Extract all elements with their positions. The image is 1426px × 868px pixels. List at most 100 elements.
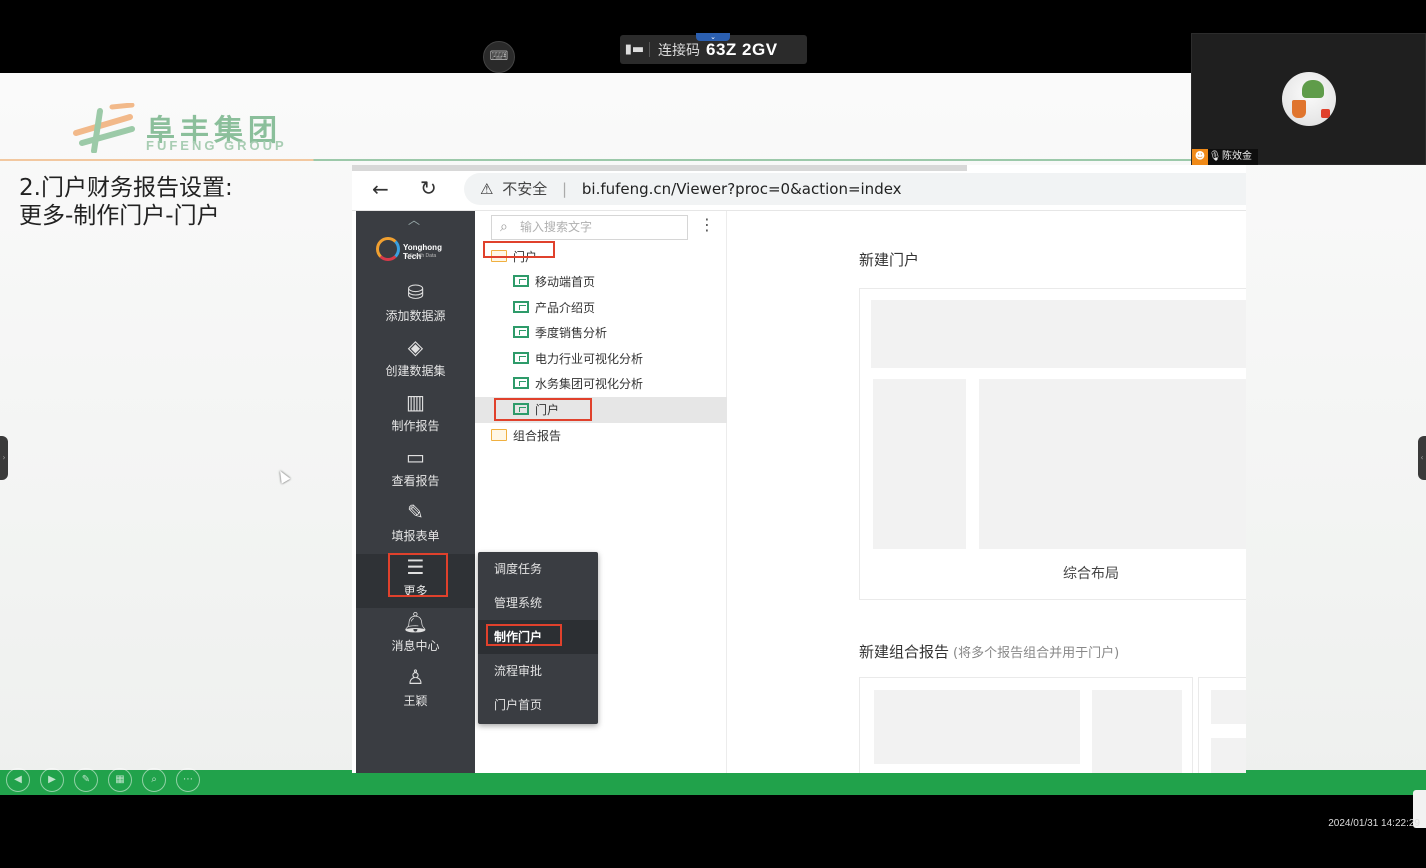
combo-placeholder-bottom <box>1211 738 1246 773</box>
nav-make-report[interactable]: ▥ 制作报告 <box>356 389 475 443</box>
avatar-pot-graphic <box>1292 100 1306 118</box>
company-logo: 阜丰集团 FUFENG GROUP <box>72 103 322 153</box>
next-slide-icon[interactable]: ▶ <box>40 768 64 792</box>
brand-tagline: Talk with Data <box>405 253 437 259</box>
monitor-icon: ▭ <box>406 445 425 469</box>
logo-english-text: FUFENG GROUP <box>146 138 287 153</box>
tree-item[interactable]: 水务集团可视化分析 <box>513 372 643 396</box>
participant-name: 陈效金 <box>1222 151 1252 162</box>
new-portal-heading: 新建门户 <box>859 251 920 269</box>
new-combo-report-heading: 新建组合报告 (将多个报告组合并用于门户) <box>859 641 1119 662</box>
left-panel-handle[interactable]: › <box>0 436 8 480</box>
slide-title-line-2: 更多-制作门户-门户 <box>19 203 220 229</box>
search-icon: ⌕ <box>500 219 508 235</box>
tree-label: 产品介绍页 <box>535 301 596 315</box>
tree-item[interactable]: 产品介绍页 <box>513 296 595 320</box>
back-arrow-icon[interactable]: ← <box>372 177 389 201</box>
tree-label: 移动端首页 <box>535 275 596 289</box>
fufeng-logo-icon <box>73 103 135 153</box>
host-user-icon: ☻ <box>1192 149 1208 165</box>
slides-grid-icon[interactable]: ▦ <box>108 768 132 792</box>
layout-placeholder-top <box>871 300 1246 368</box>
combo-placeholder-left <box>874 690 1080 764</box>
previous-slide-icon[interactable]: ◀ <box>6 768 30 792</box>
right-panel-handle[interactable]: ‹ <box>1418 436 1426 480</box>
nav-label: 填报表单 <box>391 529 440 543</box>
slideshow-controls: ◀ ▶ ✎ ▦ ⌕ ⋯ <box>6 768 200 792</box>
chart-icon: ▥ <box>406 390 425 414</box>
remote-desktop-icon[interactable]: ▮▬ <box>620 42 650 57</box>
new-combo-report-title: 新建组合报告 <box>859 643 950 661</box>
layers-icon: ◈ <box>407 335 424 359</box>
nav-label: 消息中心 <box>391 639 440 653</box>
connection-code-value: 63Z 2GV <box>706 39 778 59</box>
tree-item[interactable]: 电力行业可视化分析 <box>513 347 643 371</box>
dashboard-icon <box>513 352 529 364</box>
menu-item-schedule-task[interactable]: 调度任务 <box>478 552 598 586</box>
tree-label: 季度销售分析 <box>535 326 608 340</box>
url-field[interactable]: ⚠ 不安全 | bi.fufeng.cn/Viewer?proc=0&actio… <box>464 173 1246 205</box>
collapse-up-icon[interactable]: ︿ <box>408 211 420 228</box>
form-icon: ✎ <box>407 500 424 524</box>
browser-address-bar: ← ↻ ⚠ 不安全 | bi.fufeng.cn/Viewer?proc=0&a… <box>352 165 1246 211</box>
nav-message-center[interactable]: 🔔︎ 消息中心 <box>356 609 475 663</box>
dashboard-icon <box>513 301 529 313</box>
dashboard-icon <box>513 377 529 389</box>
screen-share-viewer: ⌨ ▮▬ 连接码 63Z 2GV ⌄ 阜丰集团 FUFENG GROUP 2.门… <box>0 0 1426 868</box>
warning-icon: ⚠ <box>480 180 494 198</box>
collapse-toolbar-button[interactable]: ⌄ <box>696 33 730 41</box>
url-separator: | <box>562 180 568 198</box>
combo-template-card-2[interactable] <box>1198 677 1246 773</box>
slide-footer-bar <box>0 770 1426 795</box>
url-text: bi.fufeng.cn/Viewer?proc=0&action=index <box>581 180 902 198</box>
menu-item-portal-home[interactable]: 门户首页 <box>478 688 598 722</box>
keyboard-icon[interactable]: ⌨ <box>483 41 515 73</box>
nav-label: 创建数据集 <box>385 364 446 378</box>
more-options-icon[interactable]: ⋯ <box>176 768 200 792</box>
pen-icon[interactable]: ✎ <box>74 768 98 792</box>
nav-user[interactable]: ♙ 王颖 <box>356 664 475 718</box>
layout-placeholder-main <box>979 379 1246 549</box>
timestamp: 2024/01/31 14:22:29 <box>1328 818 1420 829</box>
nav-add-datasource[interactable]: ⛁ 添加数据源 <box>356 279 475 333</box>
tree-item[interactable]: 移动端首页 <box>513 270 595 294</box>
reload-icon[interactable]: ↻ <box>420 176 437 200</box>
main-content: 新建门户 综合布局 新建组合报告 (将多个报告组合并用于门户) <box>728 211 1246 773</box>
database-icon: ⛁ <box>407 280 424 304</box>
layout-template-card[interactable]: 综合布局 <box>859 288 1246 600</box>
menu-item-management[interactable]: 管理系统 <box>478 586 598 620</box>
more-vertical-icon[interactable]: ⋮ <box>699 217 715 233</box>
highlight-box-make-portal <box>486 624 562 646</box>
menu-item-workflow-approval[interactable]: 流程审批 <box>478 654 598 688</box>
nav-view-report[interactable]: ▭ 查看报告 <box>356 444 475 498</box>
highlight-box-portal-item <box>494 398 592 421</box>
nav-label: 添加数据源 <box>385 309 446 323</box>
tree-folder-combo-report[interactable]: 组合报告 <box>491 424 561 448</box>
nav-label: 王颖 <box>403 694 428 708</box>
new-combo-report-note: (将多个报告组合并用于门户) <box>953 646 1120 661</box>
horizontal-scrollbar[interactable] <box>352 165 967 171</box>
nav-create-dataset[interactable]: ◈ 创建数据集 <box>356 334 475 388</box>
bell-icon: 🔔︎ <box>402 610 429 634</box>
combo-placeholder-top <box>1211 690 1246 724</box>
participant-video-tile[interactable]: ☻ 🎙︎ 陈效金 <box>1191 33 1426 165</box>
tree-label: 电力行业可视化分析 <box>535 352 644 366</box>
participant-name-bar: ☻ 🎙︎ 陈效金 <box>1192 149 1258 165</box>
dashboard-icon <box>513 275 529 287</box>
layout-caption: 综合布局 <box>1063 566 1119 582</box>
dashboard-icon <box>513 326 529 338</box>
nav-fill-form[interactable]: ✎ 填报表单 <box>356 499 475 553</box>
zoom-icon[interactable]: ⌕ <box>142 768 166 792</box>
user-icon: ♙ <box>406 665 425 689</box>
participant-avatar <box>1282 72 1336 126</box>
security-status: 不安全 <box>502 180 548 198</box>
search-input[interactable]: ⌕ 输入搜索文字 <box>491 215 688 240</box>
nav-label: 制作报告 <box>391 419 440 433</box>
yonghong-logo-icon <box>376 237 400 261</box>
nav-label: 查看报告 <box>391 474 440 488</box>
microphone-icon[interactable]: 🎙︎ <box>1208 149 1222 165</box>
combo-template-card[interactable] <box>859 677 1193 773</box>
tree-item[interactable]: 季度销售分析 <box>513 321 607 345</box>
avatar-plant-graphic <box>1302 80 1324 98</box>
folder-icon <box>491 429 507 441</box>
